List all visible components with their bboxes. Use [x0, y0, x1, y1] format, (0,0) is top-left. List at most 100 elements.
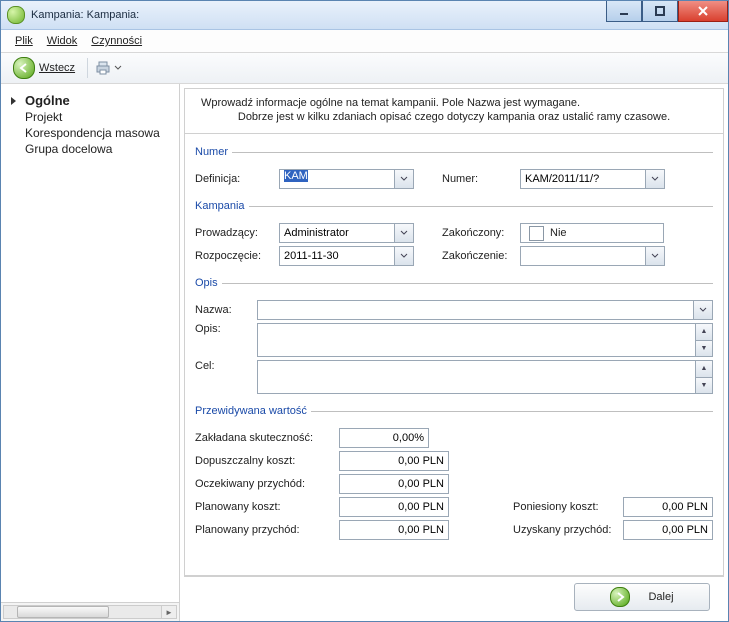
start-label: Rozpoczęcie: — [195, 250, 279, 262]
plan-cost-input[interactable] — [339, 497, 449, 517]
hint-panel: Wprowadź informacje ogólne na temat kamp… — [184, 88, 724, 133]
window-title: Kampania: Kampania: — [31, 9, 139, 21]
scroll-thumb[interactable] — [17, 606, 109, 618]
chevron-down-icon[interactable] — [395, 169, 414, 189]
sidebar-item-mailing[interactable]: Korespondencja masowa — [11, 125, 179, 141]
next-button[interactable]: Dalej — [574, 583, 710, 611]
sidebar-item-general[interactable]: Ogólne — [11, 92, 179, 109]
sidebar-item-label: Grupa docelowa — [25, 142, 112, 156]
end-date[interactable] — [520, 246, 665, 266]
body: Ogólne Projekt Korespondencja masowa Gru… — [1, 84, 728, 621]
sidebar-item-label: Ogólne — [25, 93, 70, 108]
scroll-right-icon[interactable]: ► — [161, 605, 177, 619]
group-kampania-legend: Kampania — [195, 200, 249, 212]
chevron-down-icon — [114, 65, 122, 71]
toolbar-separator — [87, 58, 88, 78]
chevron-down-icon[interactable] — [395, 246, 414, 266]
real-cost-label: Poniesiony koszt: — [513, 501, 623, 513]
plan-cost-label: Planowany koszt: — [195, 501, 339, 513]
end-value[interactable] — [520, 246, 646, 266]
owner-label: Prowadzący: — [195, 227, 279, 239]
plan-rev-label: Planowany przychód: — [195, 524, 339, 536]
real-rev-label: Uzyskany przychód: — [513, 524, 623, 536]
print-button[interactable] — [96, 61, 122, 75]
definition-label: Definicja: — [195, 173, 279, 185]
end-label: Zakończenie: — [442, 250, 520, 262]
print-icon — [96, 61, 112, 75]
allow-cost-label: Dopuszczalny koszt: — [195, 455, 339, 467]
spin-down-icon[interactable]: ▼ — [696, 341, 712, 357]
exp-rev-input[interactable] — [339, 474, 449, 494]
group-value-legend: Przewidywana wartość — [195, 405, 311, 417]
eff-input[interactable] — [339, 428, 429, 448]
back-icon — [13, 57, 35, 79]
spin-up-icon[interactable]: ▲ — [696, 361, 712, 378]
chevron-down-icon[interactable] — [694, 300, 713, 320]
sidebar: Ogólne Projekt Korespondencja masowa Gru… — [1, 84, 180, 621]
window-controls — [606, 1, 728, 22]
desc-spinner[interactable]: ▲▼ — [696, 323, 713, 357]
sidebar-hscrollbar[interactable]: ◄ ► — [1, 602, 179, 621]
chevron-down-icon[interactable] — [395, 223, 414, 243]
menu-view[interactable]: Widok — [41, 33, 84, 49]
group-opis: Opis Nazwa: Opis: ▲▼ — [195, 277, 713, 399]
owner-combo[interactable] — [279, 223, 414, 243]
definition-value: KAM — [284, 170, 308, 182]
footer: Dalej — [184, 576, 724, 617]
menubar: Plik Widok Czynności — [1, 30, 728, 53]
plan-rev-input[interactable] — [339, 520, 449, 540]
minimize-button[interactable] — [606, 1, 642, 22]
number-combo[interactable] — [520, 169, 665, 189]
maximize-button[interactable] — [642, 1, 678, 22]
app-window: Kampania: Kampania: Plik Widok Czynności… — [0, 0, 729, 622]
group-numer: Numer Definicja: KAM Numer: — [195, 146, 713, 194]
group-kampania: Kampania Prowadzący: Zakończony: Ni — [195, 200, 713, 271]
finished-label: Zakończony: — [442, 227, 520, 239]
toolbar: Wstecz — [1, 53, 728, 84]
arrow-right-icon — [610, 587, 630, 607]
name-label: Nazwa: — [195, 304, 257, 316]
menu-actions-label: Czynności — [91, 35, 142, 47]
menu-file-label: Plik — [15, 35, 33, 47]
finished-text: Nie — [550, 227, 567, 239]
number-label: Numer: — [442, 173, 520, 185]
titlebar: Kampania: Kampania: — [1, 1, 728, 30]
close-button[interactable] — [678, 1, 728, 22]
spin-up-icon[interactable]: ▲ — [696, 324, 712, 341]
name-combo[interactable] — [257, 300, 713, 320]
app-icon — [7, 6, 25, 24]
allow-cost-input[interactable] — [339, 451, 449, 471]
real-rev-input[interactable] — [623, 520, 713, 540]
next-label: Dalej — [648, 591, 673, 603]
name-input[interactable] — [257, 300, 694, 320]
menu-actions[interactable]: Czynności — [85, 33, 148, 49]
goal-label: Cel: — [195, 360, 257, 372]
start-value[interactable] — [279, 246, 395, 266]
desc-textarea[interactable] — [257, 323, 696, 357]
sidebar-item-label: Projekt — [25, 110, 62, 124]
sidebar-item-label: Korespondencja masowa — [25, 126, 160, 140]
group-numer-legend: Numer — [195, 146, 232, 158]
goal-textarea[interactable] — [257, 360, 696, 394]
spin-down-icon[interactable]: ▼ — [696, 378, 712, 394]
group-value: Przewidywana wartość Zakładana skuteczno… — [195, 405, 713, 545]
sidebar-item-target-group[interactable]: Grupa docelowa — [11, 141, 179, 157]
chevron-down-icon[interactable] — [646, 169, 665, 189]
back-label: Wstecz — [39, 62, 75, 74]
goal-spinner[interactable]: ▲▼ — [696, 360, 713, 394]
form: Numer Definicja: KAM Numer: — [184, 133, 724, 576]
menu-file[interactable]: Plik — [9, 33, 39, 49]
owner-value[interactable] — [279, 223, 395, 243]
main: Wprowadź informacje ogólne na temat kamp… — [180, 84, 728, 621]
hint-line2: Dobrze jest w kilku zdaniach opisać czeg… — [201, 111, 707, 123]
finished-checkbox[interactable] — [529, 226, 544, 241]
definition-combo[interactable]: KAM — [279, 169, 414, 189]
chevron-down-icon[interactable] — [646, 246, 665, 266]
finished-field[interactable]: Nie — [520, 223, 664, 243]
sidebar-item-project[interactable]: Projekt — [11, 109, 179, 125]
back-button[interactable]: Wstecz — [9, 55, 79, 81]
sidebar-items: Ogólne Projekt Korespondencja masowa Gru… — [1, 92, 179, 602]
number-value[interactable] — [520, 169, 646, 189]
real-cost-input[interactable] — [623, 497, 713, 517]
start-date[interactable] — [279, 246, 414, 266]
